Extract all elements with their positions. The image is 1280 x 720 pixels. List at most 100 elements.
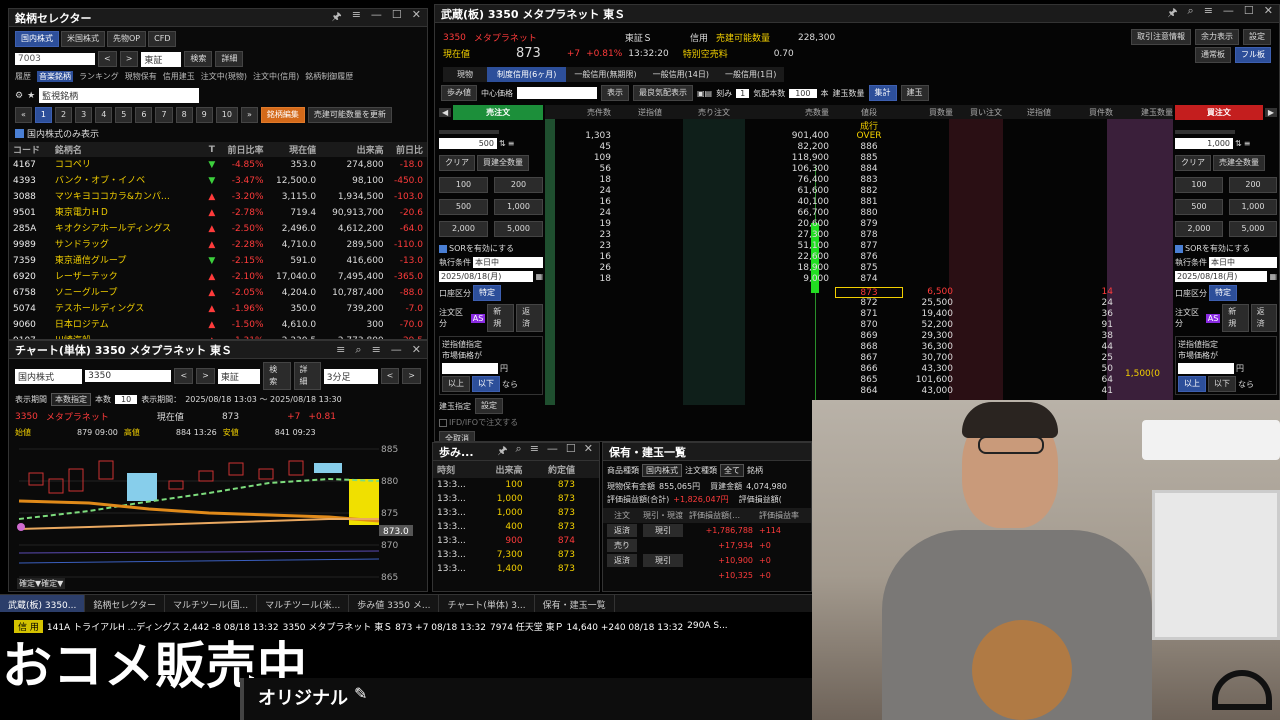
date-select[interactable]: 2025/08/18(月) [439, 271, 534, 282]
pin-icon[interactable]: 🖈 [1167, 5, 1177, 23]
order-cancel-button[interactable]: 全取消 [439, 431, 475, 441]
tab-margin-6m[interactable]: 制度信用(6ヶ月) [487, 67, 567, 82]
layout-icon[interactable]: ▣▤ [697, 89, 712, 98]
chart-interval-select[interactable]: 3分足 [323, 368, 378, 384]
subtab-order-cash[interactable]: 注文中(現物) [201, 71, 247, 82]
buy-qty-100[interactable]: 100 [1175, 177, 1223, 193]
candle-chart[interactable]: 885 880 875 870 865 873.0 [9, 441, 427, 591]
chart-search-button[interactable]: 検索 [263, 362, 291, 390]
page-9[interactable]: 9 [195, 107, 213, 123]
trigger-below[interactable]: 以下 [472, 376, 500, 392]
minimize-icon[interactable]: — [547, 443, 558, 461]
ask-row[interactable]: 18 76,400 883 [545, 175, 1173, 186]
bid-row[interactable]: 868 36,300 44 [545, 342, 1173, 353]
buy-acct-button[interactable]: 特定 [1209, 285, 1237, 301]
tab-general-1[interactable]: 一般信用(1日) [717, 67, 785, 82]
buy-as-badge[interactable]: AS [1205, 313, 1221, 323]
page-3[interactable]: 3 [75, 107, 93, 123]
chart-detail-button[interactable]: 詳細 [293, 362, 321, 390]
sell-qty-1000[interactable]: 1,000 [494, 199, 543, 215]
col-code[interactable]: コード [9, 142, 55, 157]
menu-icon[interactable]: ≡ [336, 343, 345, 357]
tab-futures[interactable]: 先物OP [107, 31, 147, 47]
show-button[interactable]: 表示 [601, 85, 629, 101]
buy-arrow-icon[interactable]: ▶ [1264, 108, 1277, 117]
menu-icon[interactable]: ≡ [352, 9, 361, 27]
table-row[interactable]: 4393 バンク・オブ・イノベ ▼ -3.47% 12,500.0 98,100 -450.… [9, 173, 427, 189]
col-change[interactable]: 前日比 [384, 142, 427, 157]
ask-row[interactable]: 23 51,100 877 [545, 241, 1173, 252]
menu-icon[interactable]: ≡ [1204, 5, 1213, 23]
holding-row[interactable]: +10,325 +0 [603, 568, 811, 583]
col-trend[interactable]: T [207, 142, 216, 157]
bid-row[interactable]: 865 101,600 64 [545, 375, 1173, 386]
chart-prev-button[interactable]: < [174, 368, 194, 384]
page-prev-button[interactable]: « [15, 107, 32, 123]
menu-icon[interactable]: ≡ [372, 343, 381, 357]
buy-qty-2000[interactable]: 2,000 [1175, 221, 1223, 237]
pin-icon[interactable]: 🖈 [497, 443, 507, 461]
buy-new-button[interactable]: 新規 [1222, 304, 1249, 332]
bid-row[interactable]: 871 19,400 36 [545, 309, 1173, 320]
ask-row[interactable]: 45 82,200 886 [545, 142, 1173, 153]
chart-exchange-select[interactable]: 東証 [217, 368, 261, 384]
close-icon[interactable]: ✕ [412, 343, 421, 357]
page-5[interactable]: 5 [115, 107, 133, 123]
buy-clear-button[interactable]: クリア [1175, 155, 1211, 171]
bid-row[interactable]: 872 25,500 24 [545, 298, 1173, 309]
sell-clear-button[interactable]: クリア [439, 155, 475, 171]
subtab-history[interactable]: 履歴 [15, 71, 31, 82]
calendar-icon[interactable]: ▦ [535, 272, 543, 281]
sell-qty-100[interactable]: 100 [439, 177, 488, 193]
ask-row[interactable]: 109 118,900 885 [545, 153, 1173, 164]
buy-trigger-input[interactable] [1178, 363, 1234, 374]
task-chart[interactable]: チャート(単体) 3... [439, 595, 535, 612]
holding-order[interactable]: 売り [607, 539, 637, 552]
sell-qty-500[interactable]: 500 [439, 199, 488, 215]
ask-row[interactable]: 26 18,900 875 [545, 263, 1173, 274]
page-7[interactable]: 7 [155, 107, 173, 123]
position-button[interactable]: 建玉 [900, 85, 929, 101]
subtab-watch[interactable]: 音楽銘柄 [37, 71, 73, 82]
table-row[interactable]: 9501 東京電力ＨＤ ▲ -2.78% 719.4 90,913,700 -20.6 [9, 205, 427, 221]
exec-select[interactable]: 本日中 [473, 257, 543, 268]
subtab-ranking[interactable]: ランキング [79, 71, 119, 82]
maximize-icon[interactable]: ☐ [566, 443, 576, 461]
bid-row[interactable]: 873 6,500 14 [545, 287, 1173, 298]
buy-trigger-below[interactable]: 以下 [1208, 376, 1236, 392]
buy-close-button[interactable]: 返済 [1250, 304, 1277, 332]
buy-date-select[interactable]: 2025/08/18(月) [1175, 271, 1268, 282]
task-holdings[interactable]: 保有・建玉一覧 [535, 595, 615, 612]
trigger-above[interactable]: 以上 [442, 376, 470, 392]
holding-row[interactable]: 売り +17,934 +0 [603, 538, 811, 553]
chart-code-input[interactable]: 3350 [85, 370, 172, 382]
maximize-icon[interactable]: ☐ [1244, 5, 1254, 23]
stepper-icon[interactable]: ⇅ [499, 139, 506, 148]
close-icon[interactable]: ✕ [412, 9, 421, 27]
holding-delivery[interactable]: 現引 [643, 554, 683, 567]
table-row[interactable]: 4167 ココペリ ▼ -4.85% 353.0 274,800 -18.0 [9, 157, 427, 173]
ask-row[interactable]: 56 106,300 884 [545, 164, 1173, 175]
tab-domestic[interactable]: 国内株式 [15, 31, 59, 47]
subtab-margin[interactable]: 信用建玉 [163, 71, 195, 82]
best-quote-button[interactable]: 最良気配表示 [633, 85, 693, 101]
buy-all-button[interactable]: 売建全数量 [1213, 155, 1265, 171]
col-price[interactable]: 現在値 [264, 142, 316, 157]
table-row[interactable]: 9989 サンドラッグ ▲ -2.28% 4,710.0 289,500 -110.0 [9, 237, 427, 253]
pin-icon[interactable]: 🖈 [332, 9, 342, 27]
table-row[interactable]: 285A キオクシアホールディングス ▲ -2.50% 2,496.0 4,612,200… [9, 221, 427, 237]
holding-order[interactable]: 返済 [607, 554, 637, 567]
page-4[interactable]: 4 [95, 107, 113, 123]
minimize-icon[interactable]: — [391, 343, 402, 357]
product-select[interactable]: 国内株式 [642, 464, 682, 477]
update-sellable-button[interactable]: 売建可能数量を更新 [307, 107, 392, 123]
holding-row[interactable]: 返済 現引 +1,786,788 +114 [603, 523, 811, 538]
bid-row[interactable]: 870 52,200 91 [545, 320, 1173, 331]
chart-prev-period[interactable]: < [380, 368, 400, 384]
sell-qty-5000[interactable]: 5,000 [494, 221, 543, 237]
tab-cfd[interactable]: CFD [148, 31, 177, 47]
tape-button[interactable]: 歩み値 [441, 85, 477, 101]
chart-next-period[interactable]: > [402, 368, 421, 384]
chart-next-button[interactable]: > [196, 368, 215, 384]
buy-sor-checkbox[interactable] [1175, 244, 1183, 253]
